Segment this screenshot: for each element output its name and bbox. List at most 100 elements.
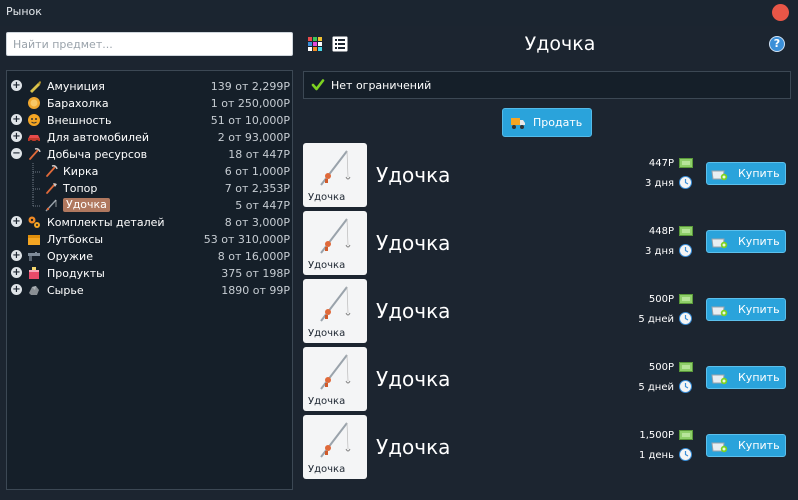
item-thumbnail[interactable]: Удочка bbox=[303, 143, 367, 207]
item-thumbnail[interactable]: Удочка bbox=[303, 415, 367, 479]
money-icon bbox=[679, 226, 693, 236]
fishing-rod-icon bbox=[45, 199, 57, 212]
listing-row: Удочка Удочка 500Р 5 дней Купить bbox=[303, 347, 791, 411]
listing-row: Удочка Удочка 448Р 3 дня Купить bbox=[303, 211, 791, 275]
gun-icon bbox=[28, 252, 40, 261]
category-item[interactable]: + Для автомобилей 2 от 93,000Р bbox=[7, 129, 292, 146]
expand-icon[interactable]: + bbox=[11, 250, 22, 261]
filter-label: Нет ограничений bbox=[331, 79, 432, 92]
category-label: Для автомобилей bbox=[47, 131, 150, 144]
thumbnail-label: Удочка bbox=[308, 260, 346, 271]
category-label: Добыча ресурсов bbox=[47, 148, 148, 161]
buy-button[interactable]: Купить bbox=[706, 230, 786, 253]
buy-button-label: Купить bbox=[738, 235, 780, 248]
category-item[interactable]: + Внешность 51 от 10,000Р bbox=[7, 112, 292, 129]
thumbnail-label: Удочка bbox=[308, 328, 346, 339]
expand-icon[interactable]: + bbox=[11, 284, 22, 295]
category-label: Лутбоксы bbox=[47, 233, 104, 246]
category-label: Продукты bbox=[47, 267, 105, 280]
page-title: Удочка bbox=[524, 33, 596, 55]
category-item[interactable]: + Сырье 1890 от 99Р bbox=[7, 282, 292, 299]
help-icon[interactable]: ? bbox=[769, 36, 785, 52]
money-icon bbox=[679, 294, 693, 304]
ore-icon bbox=[29, 286, 39, 295]
buy-button-label: Купить bbox=[738, 303, 780, 316]
search-input[interactable] bbox=[6, 32, 293, 56]
category-label: Оружие bbox=[47, 250, 93, 263]
sell-button[interactable]: Продать bbox=[502, 108, 592, 137]
item-price: 448Р bbox=[648, 226, 674, 237]
basket-icon bbox=[711, 170, 728, 181]
basket-icon bbox=[711, 306, 728, 317]
item-name: Удочка bbox=[376, 163, 451, 187]
grid-view-icon[interactable] bbox=[307, 36, 323, 52]
listing-duration: 3 дня bbox=[644, 178, 674, 189]
expand-icon[interactable]: + bbox=[11, 267, 22, 278]
ammo-icon bbox=[30, 81, 41, 93]
buy-button-label: Купить bbox=[738, 167, 780, 180]
face-icon bbox=[28, 114, 40, 126]
category-label: Сырье bbox=[47, 284, 84, 297]
category-label: Комплекты деталей bbox=[47, 216, 165, 229]
thumbnail-label: Удочка bbox=[308, 192, 346, 203]
category-item[interactable]: Барахолка 1 от 250,000Р bbox=[7, 95, 292, 112]
coin-icon bbox=[28, 97, 40, 109]
category-item[interactable]: Кирка 6 от 1,000Р bbox=[7, 163, 292, 180]
basket-icon bbox=[711, 238, 728, 249]
buy-button[interactable]: Купить bbox=[706, 434, 786, 457]
item-name: Удочка bbox=[376, 299, 451, 323]
fishing-rod-icon bbox=[320, 218, 351, 254]
category-item[interactable]: + Комплекты деталей 8 от 3,000Р bbox=[7, 214, 292, 231]
category-tree: + Амуниция 139 от 2,299Р Барахолка 1 от 250,… bbox=[6, 70, 293, 490]
buy-button[interactable]: Купить bbox=[706, 162, 786, 185]
clock-icon bbox=[679, 312, 692, 325]
category-item[interactable]: + Продукты 375 от 198Р bbox=[7, 265, 292, 282]
buy-button-label: Купить bbox=[738, 371, 780, 384]
tree-connector bbox=[32, 197, 41, 207]
item-thumbnail[interactable]: Удочка bbox=[303, 211, 367, 275]
category-item[interactable]: Топор 7 от 2,353Р bbox=[7, 180, 292, 197]
item-price: 500Р bbox=[648, 362, 674, 373]
listing-row: Удочка Удочка 500Р 5 дней Купить bbox=[303, 279, 791, 343]
item-name: Удочка bbox=[376, 435, 451, 459]
buy-button[interactable]: Купить bbox=[706, 298, 786, 321]
category-label: Кирка bbox=[63, 165, 99, 178]
expand-icon[interactable]: + bbox=[11, 216, 22, 227]
category-count: 1 от 250,000Р bbox=[210, 97, 290, 110]
category-label: Удочка bbox=[63, 198, 110, 212]
item-thumbnail[interactable]: Удочка bbox=[303, 279, 367, 343]
check-icon bbox=[311, 79, 325, 91]
list-view-icon[interactable] bbox=[332, 36, 348, 52]
expand-icon[interactable]: + bbox=[11, 114, 22, 125]
category-count: 8 от 16,000Р bbox=[217, 250, 290, 263]
category-label: Внешность bbox=[47, 114, 112, 127]
basket-icon bbox=[711, 442, 728, 453]
category-item[interactable]: + Оружие 8 от 16,000Р bbox=[7, 248, 292, 265]
item-price: 447Р bbox=[648, 158, 674, 169]
collapse-icon[interactable]: − bbox=[11, 148, 22, 159]
category-item[interactable]: Удочка 5 от 447Р bbox=[7, 197, 292, 214]
category-item[interactable]: − Добыча ресурсов 18 от 447Р bbox=[7, 146, 292, 163]
category-item[interactable]: + Амуниция 139 от 2,299Р bbox=[7, 78, 292, 95]
axe-icon bbox=[46, 183, 57, 194]
category-count: 1890 от 99Р bbox=[221, 284, 290, 297]
fishing-rod-icon bbox=[320, 150, 351, 186]
listing-duration: 5 дней bbox=[638, 382, 674, 393]
category-label: Амуниция bbox=[47, 80, 105, 93]
clock-icon bbox=[679, 448, 692, 461]
category-item[interactable]: Лутбоксы 53 от 310,000Р bbox=[7, 231, 292, 248]
truck-icon bbox=[511, 118, 525, 129]
item-name: Удочка bbox=[376, 231, 451, 255]
buy-button[interactable]: Купить bbox=[706, 366, 786, 389]
item-thumbnail[interactable]: Удочка bbox=[303, 347, 367, 411]
expand-icon[interactable]: + bbox=[11, 131, 22, 142]
filter-bar[interactable]: Нет ограничений bbox=[303, 71, 791, 99]
category-label: Топор bbox=[63, 182, 98, 195]
title-bar: Рынок bbox=[0, 0, 798, 26]
category-count: 51 от 10,000Р bbox=[210, 114, 290, 127]
category-count: 139 от 2,299Р bbox=[210, 80, 290, 93]
item-name: Удочка bbox=[376, 367, 451, 391]
expand-icon[interactable]: + bbox=[11, 80, 22, 91]
money-icon bbox=[679, 430, 693, 440]
close-button[interactable] bbox=[772, 4, 789, 21]
